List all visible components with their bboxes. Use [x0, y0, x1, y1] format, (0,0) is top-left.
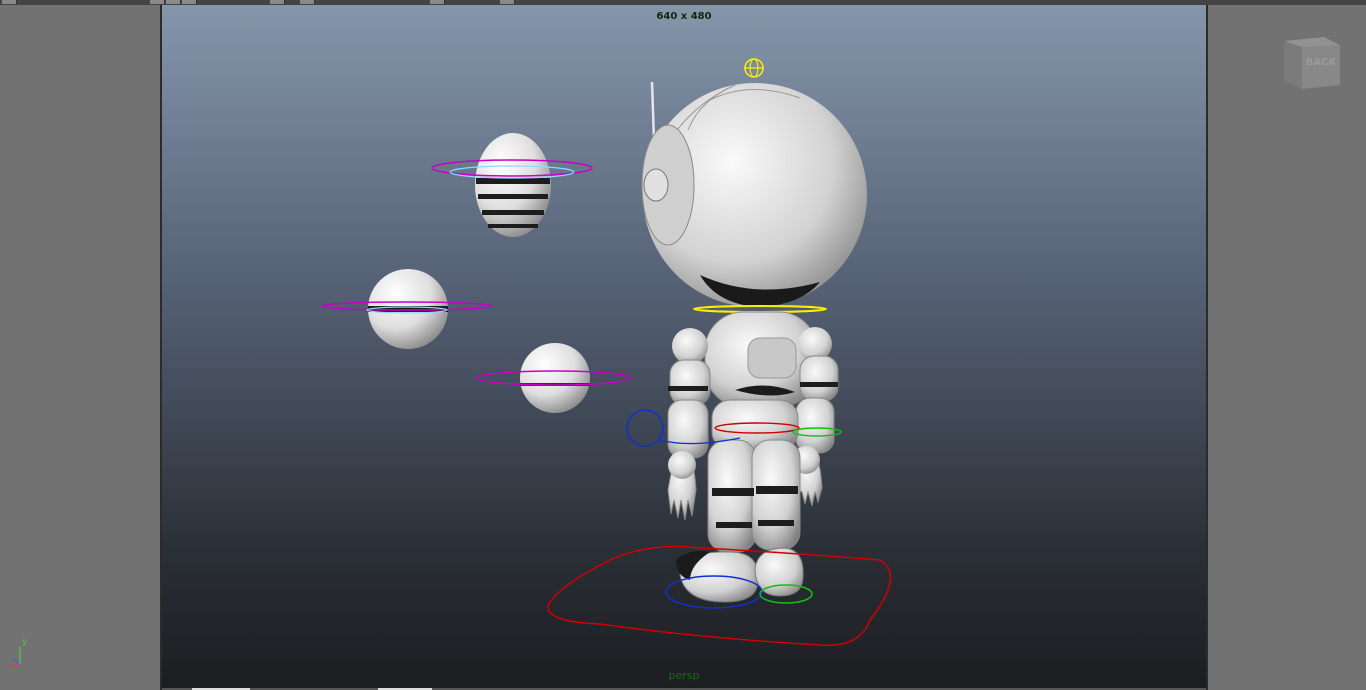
axis-y-label: y	[22, 637, 28, 647]
neck-control-yellow[interactable]	[693, 305, 827, 313]
viewcube-face-label: BACK	[1305, 57, 1337, 68]
floating-ball-lower[interactable]	[476, 343, 632, 413]
ik-control-left-arm[interactable]	[626, 409, 664, 447]
floating-ball-middle[interactable]	[321, 269, 493, 349]
shelf-button[interactable]	[500, 0, 515, 4]
shelf-button[interactable]	[166, 0, 181, 4]
robot-scene[interactable]	[0, 5, 1366, 690]
shelf-button[interactable]	[182, 0, 197, 4]
shelf-button[interactable]	[270, 0, 285, 4]
robot-character[interactable]	[641, 81, 867, 603]
shelf-button[interactable]	[300, 0, 315, 4]
perspective-viewport[interactable]: 640 x 480 persp BACK y	[0, 5, 1366, 690]
shelf-button[interactable]	[2, 0, 17, 4]
shelf-button[interactable]	[430, 0, 445, 4]
floating-ball-segmented[interactable]	[431, 133, 593, 237]
head-top-control[interactable]	[744, 58, 764, 78]
shelf-button[interactable]	[150, 0, 165, 4]
axis-gizmo-icon	[12, 647, 21, 666]
